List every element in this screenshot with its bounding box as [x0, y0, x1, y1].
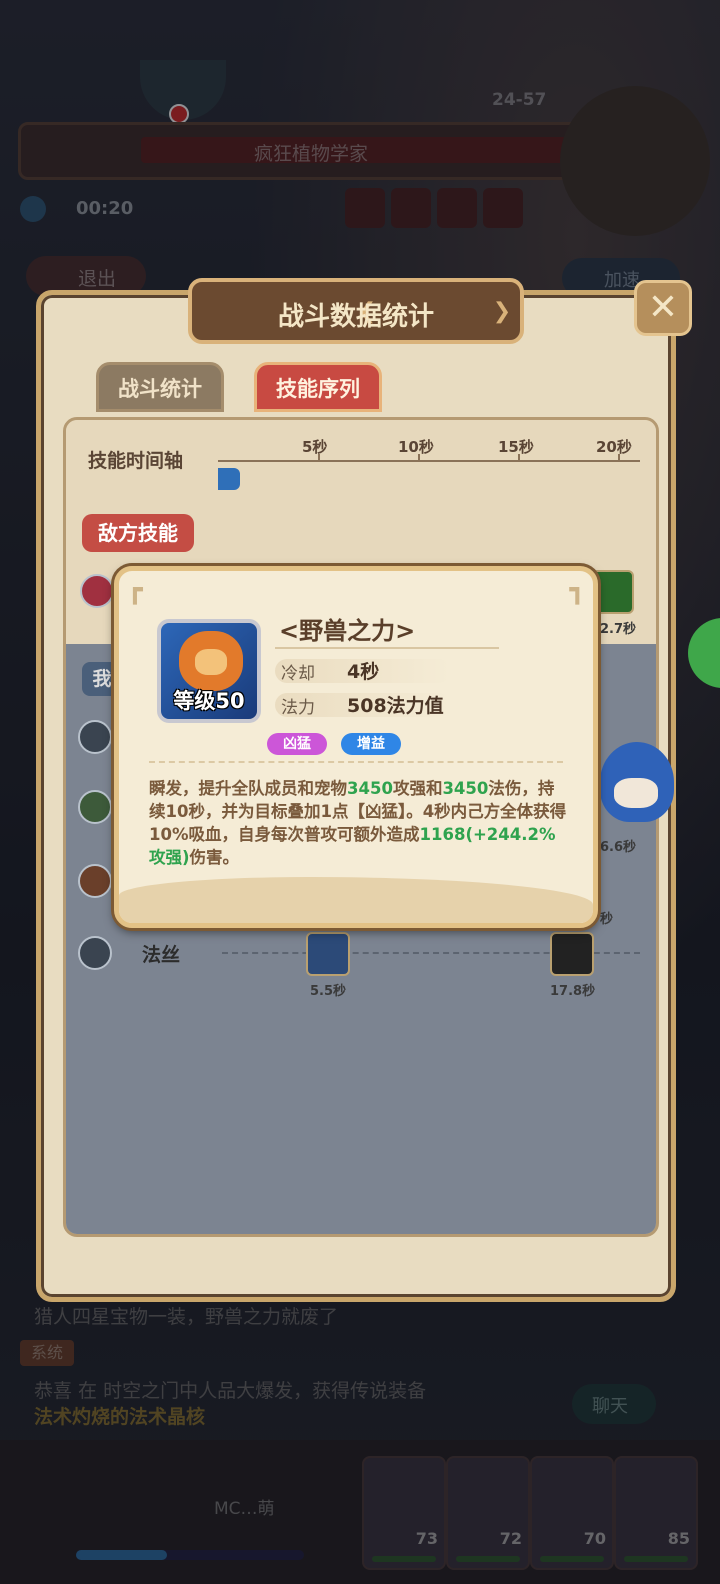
corner-ornament-icon: ┏: [127, 575, 143, 605]
enemy-skills-label: 敌方技能: [82, 514, 194, 552]
unit-icon: [78, 864, 112, 898]
skill-event-time: 5.5秒: [310, 984, 347, 999]
unit-name: 法丝: [142, 944, 181, 966]
panel-title-plate: ❮ 战斗数据统计 ❯: [188, 278, 524, 344]
tab-battle-stats[interactable]: 战斗统计: [96, 362, 224, 412]
mascot-avatar[interactable]: [600, 742, 674, 822]
mana-value: 508法力值: [347, 695, 444, 717]
beast-icon: [179, 631, 243, 691]
panel-title: 战斗数据统计: [277, 302, 434, 332]
skill-event-time: 2.7秒: [600, 622, 637, 637]
desc-text: 攻强和: [392, 779, 443, 798]
timeline-tick: 15秒: [498, 438, 534, 456]
close-button[interactable]: ✕: [634, 280, 692, 336]
skill-level: 等级50: [173, 689, 245, 713]
enemy-unit-icon: [80, 574, 114, 608]
corner-ornament-icon: ┓: [569, 575, 585, 605]
timeline-cursor[interactable]: [218, 468, 240, 490]
highlight-value: 3450: [347, 779, 393, 798]
skill-icon: 等级50: [157, 619, 261, 723]
unit-icon: [78, 720, 112, 754]
tag-fierce: 凶猛: [267, 733, 327, 755]
timeline-label: 技能时间轴: [88, 450, 184, 472]
cooldown-label: 冷却: [281, 664, 315, 684]
highlight-value: 3450: [442, 779, 489, 798]
unit-icon: [78, 936, 112, 970]
desc-text: 瞬发，提升全队成员和宠物: [149, 779, 347, 798]
close-icon: ✕: [647, 287, 679, 328]
skill-name: <野兽之力>: [279, 617, 416, 645]
ornament-icon: ❯: [492, 299, 512, 324]
cooldown-value: 4秒: [347, 661, 380, 683]
timeline-axis: [218, 460, 640, 462]
tab-skill-sequence[interactable]: 技能序列: [254, 362, 382, 412]
timeline-tick: 20秒: [596, 438, 632, 456]
skill-event-time: 秒: [600, 912, 614, 927]
skill-description: 瞬发，提升全队成员和宠物3450攻强和3450法伤，持续10秒，并为目标叠加1点…: [149, 777, 569, 869]
skill-event-icon[interactable]: [306, 932, 350, 976]
mana-label: 法力: [281, 698, 315, 718]
skill-event-icon[interactable]: [550, 932, 594, 976]
skill-tooltip: ┏ ┓ 等级50 <野兽之力> 冷却 4秒 法力 508法力值 凶猛 增益 瞬发…: [114, 566, 598, 928]
unit-icon: [78, 790, 112, 824]
timeline-tick: 5秒: [302, 438, 328, 456]
desc-text: 伤害。: [189, 848, 240, 867]
highlight-value: 1168: [419, 825, 466, 844]
timeline-tick: 10秒: [398, 438, 434, 456]
tag-buff: 增益: [341, 733, 401, 755]
skill-event-time: 17.8秒: [550, 984, 596, 999]
skill-event-time: 6.6秒: [600, 840, 637, 855]
